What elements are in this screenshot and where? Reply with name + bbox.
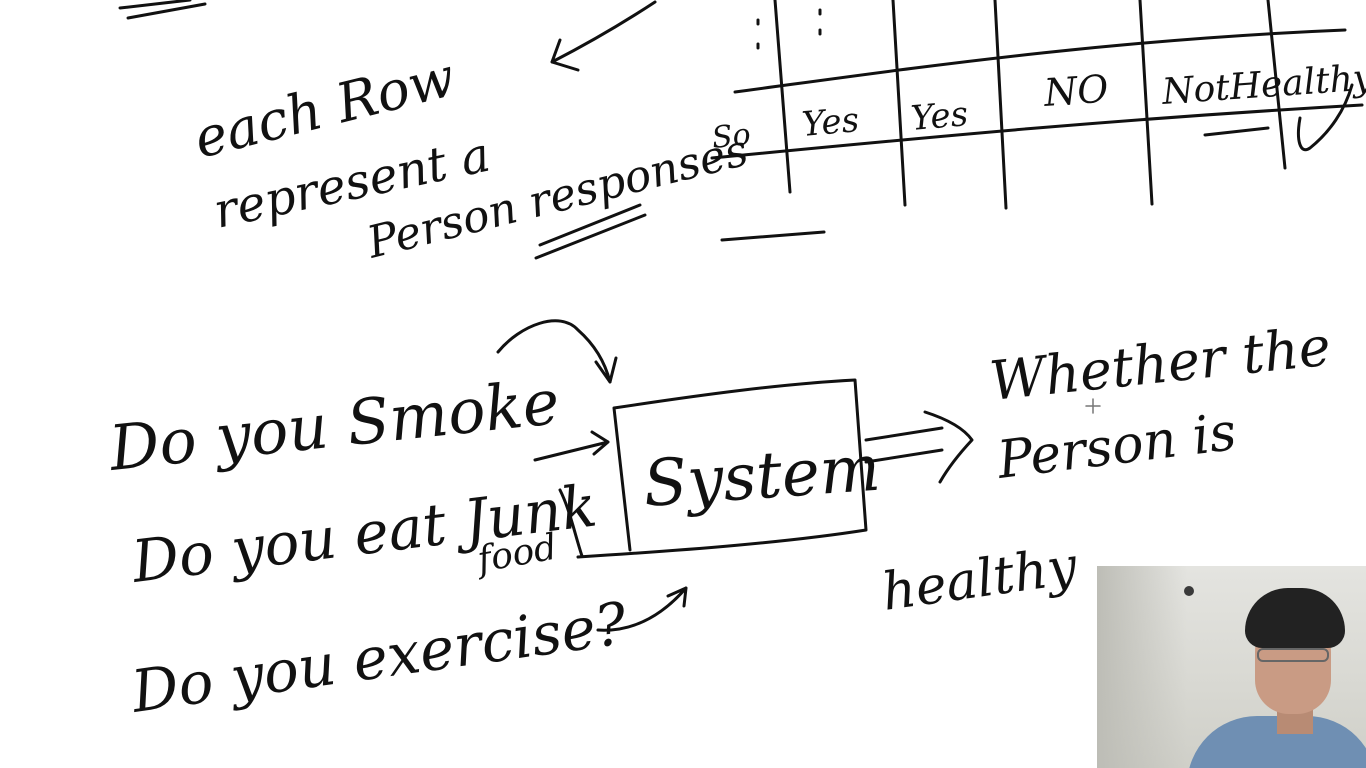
presenter-hair xyxy=(1245,588,1345,648)
row-pointer-arrow xyxy=(550,0,657,72)
table-col-1 xyxy=(773,0,792,194)
system-label: System xyxy=(641,432,883,522)
output-line-3: healthy xyxy=(878,536,1081,623)
table-cell-5: NotHealthy xyxy=(1160,57,1366,113)
output-line-1: Whether the xyxy=(987,315,1334,413)
table-cell-3: Yes xyxy=(909,94,969,139)
table-col-4 xyxy=(1138,0,1154,206)
table-cell-2: Yes xyxy=(800,100,860,145)
row-annotation: each Row represent a Person responses xyxy=(188,45,753,269)
webcam-ceiling-light xyxy=(1184,586,1194,596)
table-col-2 xyxy=(891,0,907,207)
table-underline-left xyxy=(720,230,826,242)
presenter-glasses xyxy=(1257,648,1329,662)
top-left-underline xyxy=(118,0,207,20)
table-dots xyxy=(756,8,822,50)
table-col-3 xyxy=(993,0,1008,210)
output-arrow xyxy=(864,410,974,484)
response-table-sketch: So Yes Yes NO NotHealthy xyxy=(710,0,1366,242)
webcam-overlay xyxy=(1097,566,1366,768)
webcam-wall-shadow xyxy=(1097,566,1187,768)
question-smoke: Do you Smoke xyxy=(105,365,563,485)
table-underline-right xyxy=(1203,126,1270,137)
output-line-2: Person is xyxy=(993,402,1239,491)
table-cell-4: NO xyxy=(1042,67,1110,115)
question-exercise: Do you exercise? xyxy=(126,589,631,726)
